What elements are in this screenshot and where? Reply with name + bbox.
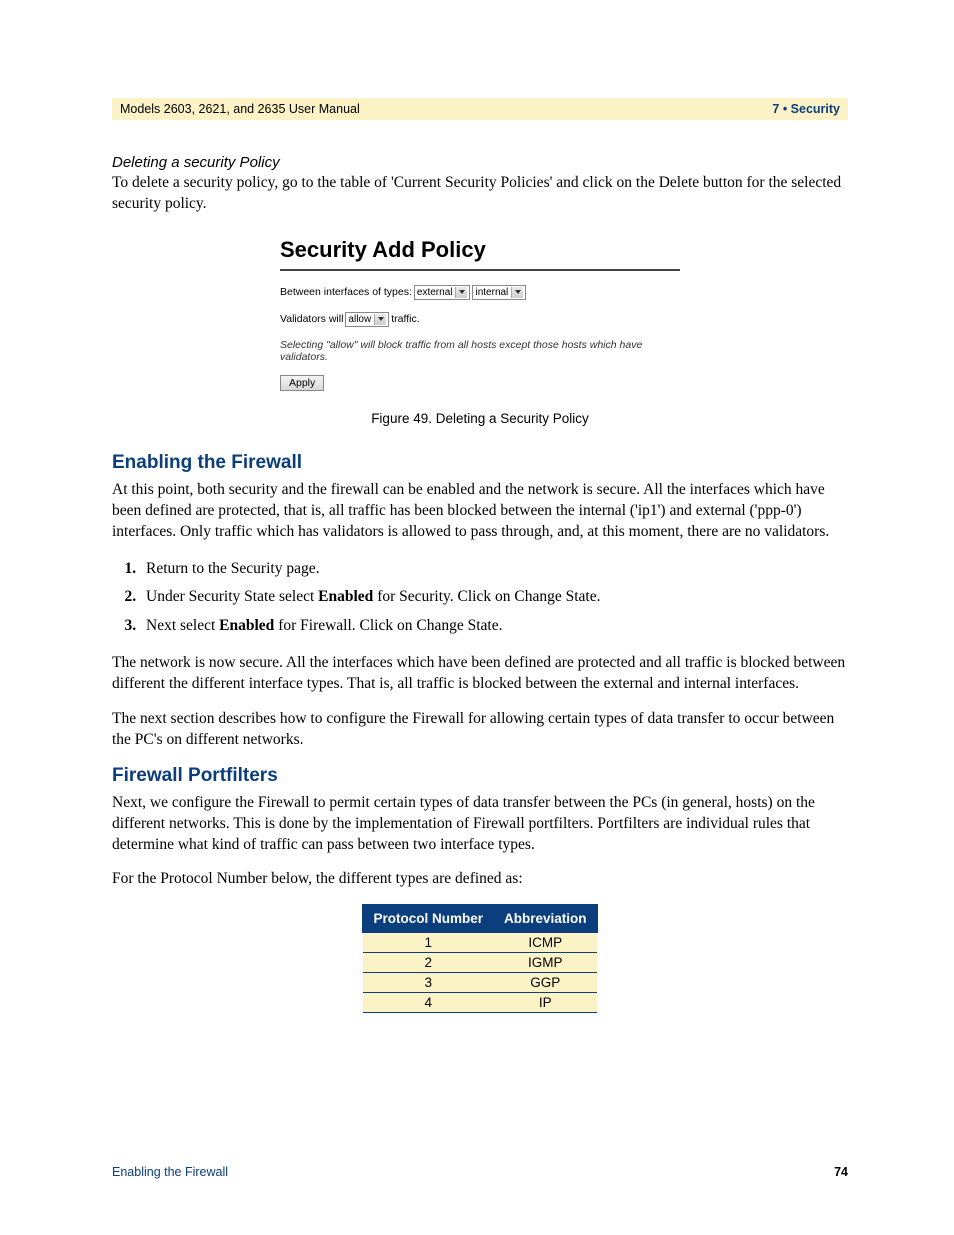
header-right: 7 • Security xyxy=(772,102,840,116)
delete-policy-body: To delete a security policy, go to the t… xyxy=(112,173,848,215)
chevron-down-icon xyxy=(511,287,523,298)
figure-49: Security Add Policy Between interfaces o… xyxy=(112,237,848,395)
firewall-portfilters-heading: Firewall Portfilters xyxy=(112,765,848,787)
figure-caption: Figure 49. Deleting a Security Policy xyxy=(112,411,848,426)
col-abbreviation: Abbreviation xyxy=(494,905,598,933)
step-3: Next select Enabled for Firewall. Click … xyxy=(140,614,848,639)
footer-left: Enabling the Firewall xyxy=(112,1165,228,1179)
select-value: external xyxy=(417,287,456,298)
interface-type-select-2[interactable]: internal xyxy=(472,285,526,300)
enabling-firewall-heading: Enabling the Firewall xyxy=(112,452,848,474)
select-value: internal xyxy=(475,287,511,298)
table-row: 1ICMP xyxy=(363,933,597,953)
validators-label-b: traffic. xyxy=(391,313,419,325)
chevron-down-icon xyxy=(455,287,467,298)
enabling-firewall-p2: The network is now secure. All the inter… xyxy=(112,653,848,695)
interfaces-label: Between interfaces of types: xyxy=(280,286,412,298)
figure-heading: Security Add Policy xyxy=(280,237,680,263)
protocol-table: Protocol Number Abbreviation 1ICMP 2IGMP… xyxy=(362,904,597,1013)
chevron-down-icon xyxy=(374,314,386,325)
enabling-firewall-p3: The next section describes how to config… xyxy=(112,709,848,751)
steps-list: Return to the Security page. Under Secur… xyxy=(112,557,848,639)
validators-label-a: Validators will xyxy=(280,313,343,325)
enabling-firewall-p1: At this point, both security and the fir… xyxy=(112,480,848,543)
header-left: Models 2603, 2621, and 2635 User Manual xyxy=(120,102,360,116)
interface-type-select-1[interactable]: external xyxy=(414,285,471,300)
col-protocol-number: Protocol Number xyxy=(363,905,494,933)
table-row: 2IGMP xyxy=(363,953,597,973)
step-1: Return to the Security page. xyxy=(140,557,848,582)
table-row: 4IP xyxy=(363,993,597,1013)
select-value: allow xyxy=(348,314,374,325)
delete-policy-subheading: Deleting a security Policy xyxy=(112,154,848,171)
validators-action-select[interactable]: allow xyxy=(345,312,389,327)
figure-note: Selecting "allow" will block traffic fro… xyxy=(280,339,680,363)
step-2: Under Security State select Enabled for … xyxy=(140,585,848,610)
portfilters-p2: For the Protocol Number below, the diffe… xyxy=(112,869,848,890)
page-footer: Enabling the Firewall 74 xyxy=(112,1165,848,1179)
page-header: Models 2603, 2621, and 2635 User Manual … xyxy=(112,98,848,120)
page-number: 74 xyxy=(834,1165,848,1179)
figure-rule xyxy=(280,269,680,271)
table-row: 3GGP xyxy=(363,973,597,993)
apply-button[interactable]: Apply xyxy=(280,375,324,391)
portfilters-p1: Next, we configure the Firewall to permi… xyxy=(112,793,848,856)
